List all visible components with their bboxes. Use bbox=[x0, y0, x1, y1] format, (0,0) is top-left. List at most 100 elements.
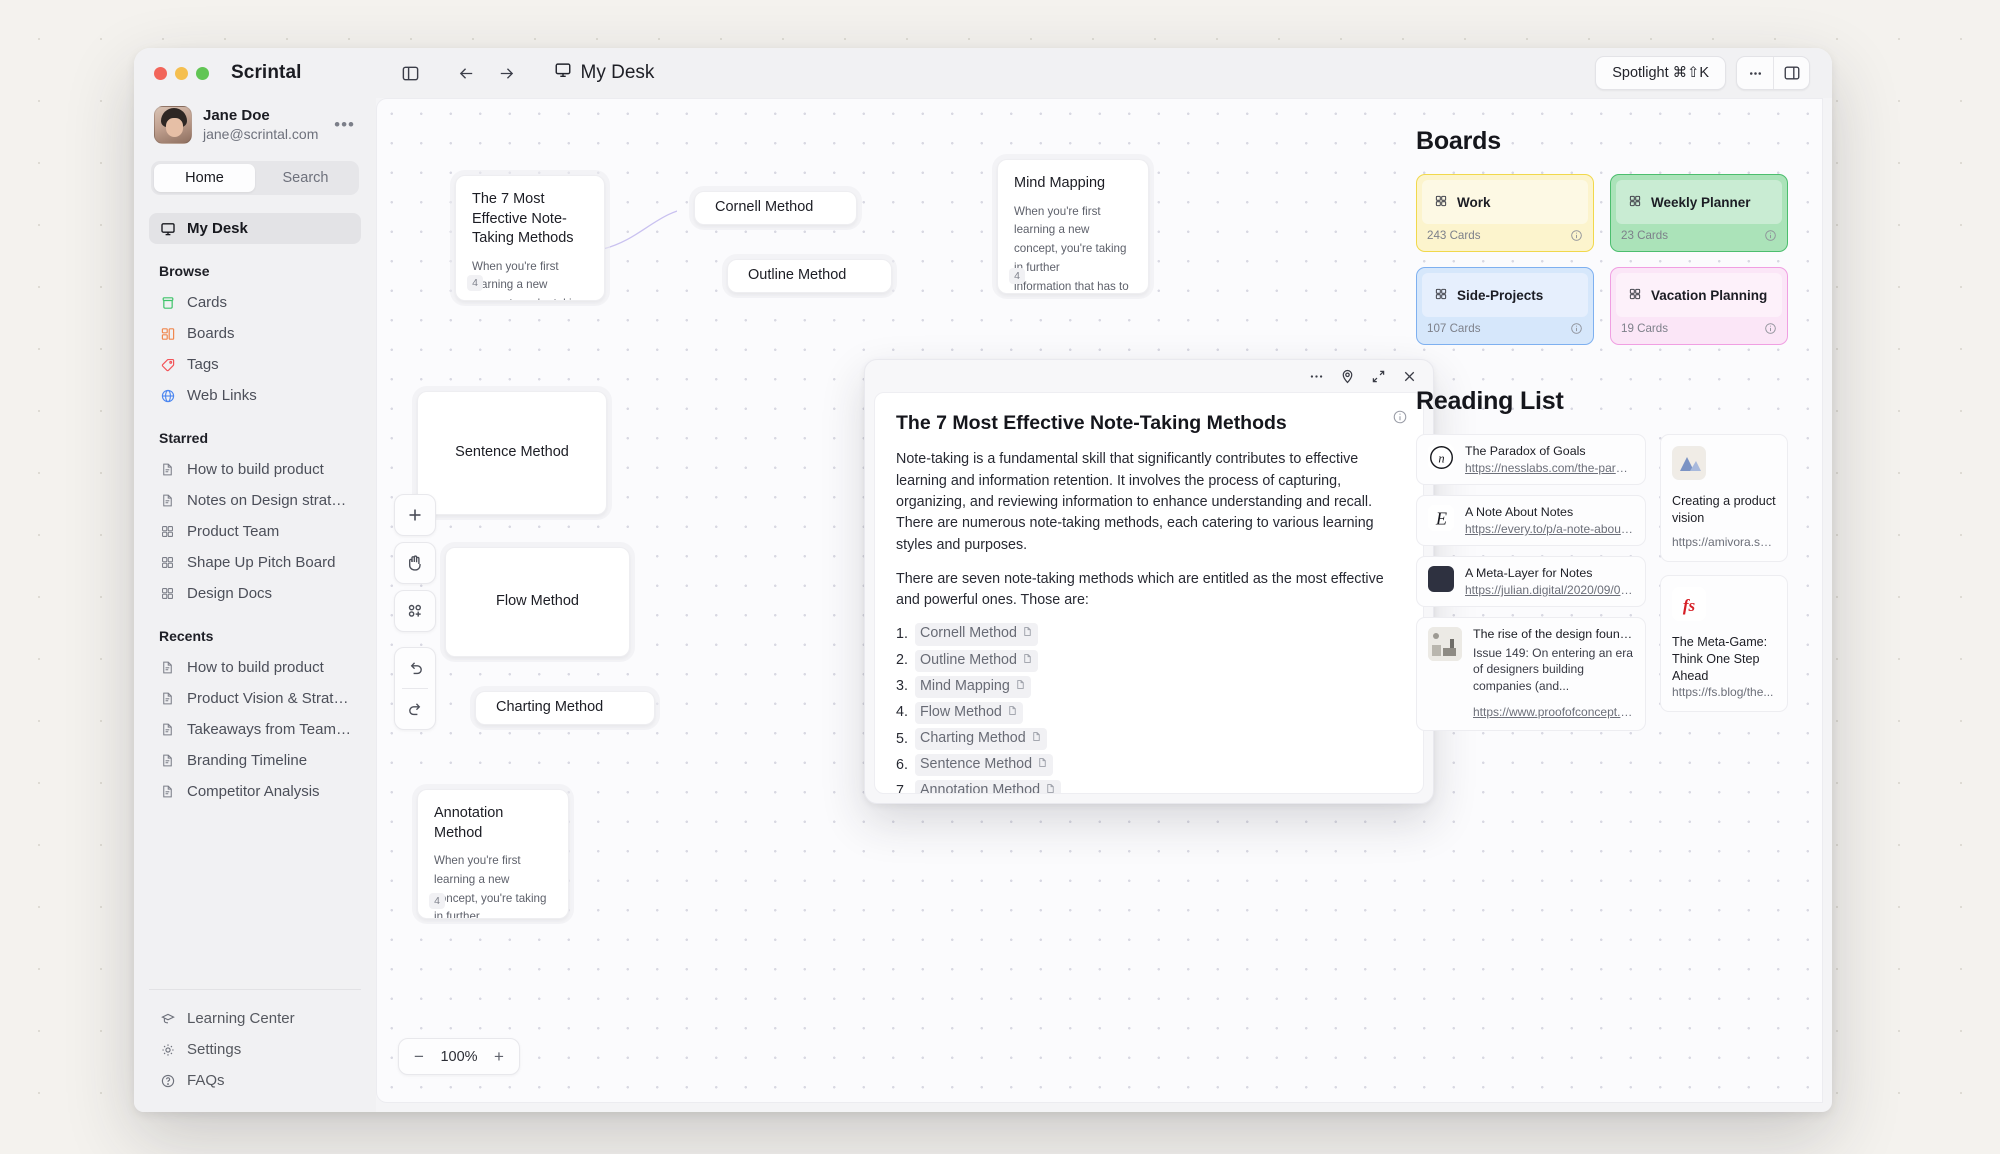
maximize-window-button[interactable] bbox=[196, 67, 209, 80]
add-card-tool[interactable] bbox=[394, 494, 436, 536]
tab-home[interactable]: Home bbox=[154, 164, 255, 192]
document-paragraph: There are seven note-taking methods whic… bbox=[896, 569, 1402, 612]
hand-icon[interactable] bbox=[395, 543, 435, 583]
window-controls[interactable] bbox=[154, 67, 209, 80]
reading-list-card-creating-a-product-vision[interactable]: Creating a product vision https://amivor… bbox=[1660, 434, 1788, 562]
sidebar-item-how-to-build-product-starred[interactable]: How to build product bbox=[149, 454, 361, 485]
pan-tool[interactable] bbox=[394, 542, 436, 584]
card-link-chip[interactable]: Mind Mapping bbox=[915, 676, 1031, 698]
dark-square-icon bbox=[1428, 566, 1454, 592]
canvas-card-flow-method[interactable]: Flow Method bbox=[445, 547, 630, 657]
svg-text:E: E bbox=[1434, 508, 1446, 528]
plus-icon[interactable] bbox=[395, 495, 435, 535]
history-controls[interactable] bbox=[394, 647, 436, 730]
card-link-chip[interactable]: Outline Method bbox=[915, 650, 1038, 672]
canvas-card-mind-mapping[interactable]: Mind Mapping When you're first learning … bbox=[997, 159, 1149, 294]
canvas-card-sentence-method[interactable]: Sentence Method bbox=[417, 391, 607, 515]
sidebar-item-faqs[interactable]: FAQs bbox=[149, 1065, 361, 1096]
card-link-chip[interactable]: Cornell Method bbox=[915, 623, 1038, 645]
reading-list-item-a-meta-layer-for-notes[interactable]: A Meta-Layer for Notes https://julian.di… bbox=[1416, 556, 1646, 607]
sidebar-item-notes-on-design-strategy[interactable]: Notes on Design strategy bbox=[149, 485, 361, 516]
board-canvas[interactable]: The 7 Most Effective Note-Taking Methods… bbox=[376, 98, 1823, 1103]
minimize-window-button[interactable] bbox=[175, 67, 188, 80]
board-card-vacation-planning[interactable]: Vacation Planning 19 Cards bbox=[1610, 267, 1788, 345]
zoom-out-button[interactable]: − bbox=[406, 1044, 432, 1070]
reading-card-url[interactable]: https://amivora.su... bbox=[1672, 535, 1776, 549]
canvas-card-the-7-most-effective-note-taking-methods[interactable]: The 7 Most Effective Note-Taking Methods… bbox=[455, 175, 605, 301]
undo-icon[interactable] bbox=[395, 648, 435, 688]
locate-on-board-button[interactable] bbox=[1339, 368, 1356, 385]
card-title: Charting Method bbox=[496, 698, 603, 718]
board-card-work[interactable]: Work 243 Cards bbox=[1416, 174, 1594, 252]
document-icon bbox=[159, 690, 176, 707]
info-circle-icon[interactable] bbox=[1764, 322, 1777, 335]
board-card-count: 23 Cards bbox=[1621, 229, 1668, 242]
reading-item-url[interactable]: https://nesslabs.com/the-paradox-... bbox=[1465, 461, 1634, 475]
profile-row[interactable]: Jane Doe jane@scrintal.com ••• bbox=[149, 98, 361, 144]
sidebar-item-competitor-analysis[interactable]: Competitor Analysis bbox=[149, 776, 361, 807]
sidebar-item-learning-center[interactable]: Learning Center bbox=[149, 1003, 361, 1034]
reading-item-url[interactable]: https://every.to/p/a-note-about-no... bbox=[1465, 522, 1634, 536]
document-title: The 7 Most Effective Note-Taking Methods bbox=[896, 411, 1402, 436]
sidebar-item-shape-up-pitch-board[interactable]: Shape Up Pitch Board bbox=[149, 547, 361, 578]
document-icon bbox=[159, 492, 176, 509]
modal-content[interactable]: The 7 Most Effective Note-Taking Methods… bbox=[874, 392, 1424, 794]
sidebar-item-branding-timeline[interactable]: Branding Timeline bbox=[149, 745, 361, 776]
breadcrumb[interactable]: My Desk bbox=[554, 61, 655, 85]
canvas-card-cornell-method[interactable]: Cornell Method bbox=[694, 191, 857, 225]
back-button[interactable] bbox=[452, 58, 482, 88]
document-paragraph: Note-taking is a fundamental skill that … bbox=[896, 449, 1402, 555]
sidebar-item-how-to-build-product-recent[interactable]: How to build product bbox=[149, 652, 361, 683]
expand-button[interactable] bbox=[1370, 368, 1387, 385]
canvas-card-outline-method[interactable]: Outline Method bbox=[727, 259, 892, 293]
close-window-button[interactable] bbox=[154, 67, 167, 80]
list-item: Charting Method bbox=[896, 728, 1402, 750]
add-board-tool[interactable] bbox=[394, 590, 436, 632]
sidebar-item-product-vision-and-strategy[interactable]: Product Vision & Strategy bbox=[149, 683, 361, 714]
boards-grid-icon bbox=[1628, 194, 1642, 211]
sidebar-toggle-button[interactable] bbox=[396, 58, 426, 88]
zoom-in-button[interactable]: + bbox=[486, 1044, 512, 1070]
document-icon bbox=[1022, 651, 1033, 670]
forward-button[interactable] bbox=[492, 58, 522, 88]
sidebar-item-settings[interactable]: Settings bbox=[149, 1034, 361, 1065]
sidebar-item-cards[interactable]: Cards bbox=[149, 287, 361, 318]
sidebar-item-boards[interactable]: Boards bbox=[149, 318, 361, 349]
reading-list-item-a-note-about-notes[interactable]: E A Note About Notes https://every.to/p/… bbox=[1416, 495, 1646, 546]
sidebar-item-web-links[interactable]: Web Links bbox=[149, 380, 361, 411]
reading-item-url[interactable]: https://julian.digital/2020/09/04/a-... bbox=[1465, 583, 1634, 597]
sidebar-item-design-docs[interactable]: Design Docs bbox=[149, 578, 361, 609]
card-link-chip[interactable]: Charting Method bbox=[915, 728, 1047, 750]
zoom-control[interactable]: − 100% + bbox=[398, 1038, 520, 1075]
home-search-segmented-control[interactable]: Home Search bbox=[151, 161, 359, 195]
more-options-button[interactable] bbox=[1737, 57, 1773, 89]
sidebar-item-product-team[interactable]: Product Team bbox=[149, 516, 361, 547]
info-circle-icon[interactable] bbox=[1570, 322, 1583, 335]
info-circle-icon[interactable] bbox=[1764, 229, 1777, 242]
canvas-card-annotation-method[interactable]: Annotation Method When you're first lear… bbox=[417, 789, 569, 919]
reading-card-url[interactable]: https://fs.blog/the... bbox=[1672, 685, 1776, 699]
reading-item-url[interactable]: https://www.proofofconcept.pub/p... bbox=[1473, 705, 1634, 719]
canvas-card-charting-method[interactable]: Charting Method bbox=[475, 691, 655, 725]
reading-list-item-the-paradox-of-goals[interactable]: n The Paradox of Goals https://nesslabs.… bbox=[1416, 434, 1646, 485]
card-detail-modal[interactable]: The 7 Most Effective Note-Taking Methods… bbox=[864, 359, 1434, 804]
board-card-weekly-planner[interactable]: Weekly Planner 23 Cards bbox=[1610, 174, 1788, 252]
info-circle-icon[interactable] bbox=[1570, 229, 1583, 242]
sidebar-item-my-desk[interactable]: My Desk bbox=[149, 213, 361, 244]
board-card-side-projects[interactable]: Side-Projects 107 Cards bbox=[1416, 267, 1594, 345]
sidebar-item-takeaways-from-team-int[interactable]: Takeaways from Team Int... bbox=[149, 714, 361, 745]
profile-more-icon[interactable]: ••• bbox=[334, 115, 357, 135]
card-link-chip[interactable]: Sentence Method bbox=[915, 754, 1053, 776]
sidebar-item-tags[interactable]: Tags bbox=[149, 349, 361, 380]
spotlight-button[interactable]: Spotlight ⌘⇧K bbox=[1595, 56, 1726, 90]
redo-icon[interactable] bbox=[395, 689, 435, 729]
board-plus-icon[interactable] bbox=[395, 591, 435, 631]
right-panel-toggle-button[interactable] bbox=[1773, 57, 1809, 89]
card-link-chip[interactable]: Flow Method bbox=[915, 702, 1023, 724]
more-options-button[interactable] bbox=[1308, 368, 1325, 385]
reading-list-card-the-meta-game[interactable]: fs The Meta-Game: Think One Step Ahead h… bbox=[1660, 575, 1788, 712]
tab-search[interactable]: Search bbox=[255, 164, 356, 192]
card-link-chip[interactable]: Annotation Method bbox=[915, 780, 1061, 794]
mountain-icon bbox=[1672, 446, 1706, 480]
reading-list-item-the-rise-of-the-design-founder[interactable]: The rise of the design founder Issue 149… bbox=[1416, 617, 1646, 731]
